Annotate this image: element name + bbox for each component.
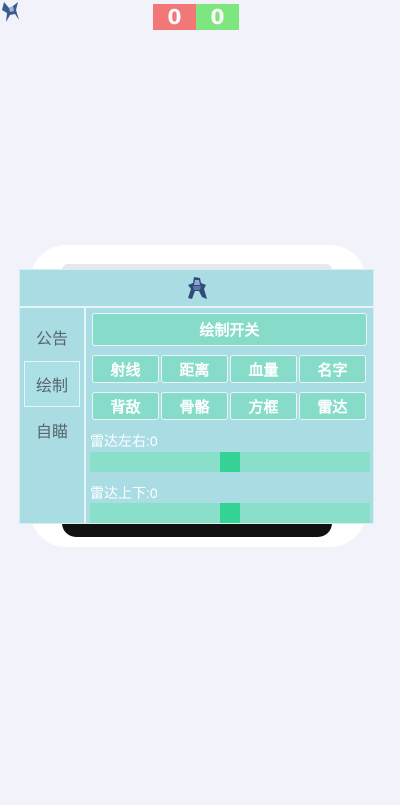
robot-logo-icon	[187, 277, 207, 299]
slider-thumb[interactable]	[220, 503, 240, 523]
slider-thumb[interactable]	[220, 452, 240, 472]
ray-button[interactable]: 射线	[92, 355, 159, 383]
menu-sidebar: 公告 绘制 自瞄	[20, 308, 86, 523]
score-left: 0	[153, 4, 196, 30]
radar-vertical-label: 雷达上下:0	[90, 485, 158, 501]
name-button[interactable]: 名字	[299, 355, 366, 383]
behind-enemy-button[interactable]: 背敌	[92, 392, 159, 420]
score-display: 0 0	[153, 4, 239, 30]
skeleton-button[interactable]: 骨骼	[161, 392, 228, 420]
radar-horizontal-label: 雷达左右:0	[90, 433, 158, 449]
robot-corner-icon	[2, 2, 19, 22]
distance-button[interactable]: 距离	[161, 355, 228, 383]
menu-header[interactable]	[20, 270, 373, 308]
sidebar-item-announcement[interactable]: 公告	[24, 314, 80, 360]
draw-toggle-button[interactable]: 绘制开关	[92, 313, 367, 346]
box-button[interactable]: 方框	[230, 392, 297, 420]
radar-button[interactable]: 雷达	[299, 392, 366, 420]
sidebar-item-aimbot[interactable]: 自瞄	[24, 407, 80, 453]
mod-menu-panel: 公告 绘制 自瞄 绘制开关 射线 距离 血量 名字 背敌 骨骼 方框 雷达 雷达…	[19, 269, 374, 524]
sidebar-item-label: 公告	[35, 329, 68, 348]
sidebar-item-label: 自瞄	[35, 422, 68, 441]
health-button[interactable]: 血量	[230, 355, 297, 383]
menu-content: 绘制开关 射线 距离 血量 名字 背敌 骨骼 方框 雷达 雷达左右:0 雷达上下…	[88, 308, 373, 523]
sidebar-item-label: 绘制	[35, 376, 68, 395]
radar-vertical-slider[interactable]	[90, 503, 370, 523]
score-right: 0	[196, 4, 239, 30]
sidebar-item-draw[interactable]: 绘制	[24, 361, 80, 407]
radar-horizontal-slider[interactable]	[90, 452, 370, 472]
